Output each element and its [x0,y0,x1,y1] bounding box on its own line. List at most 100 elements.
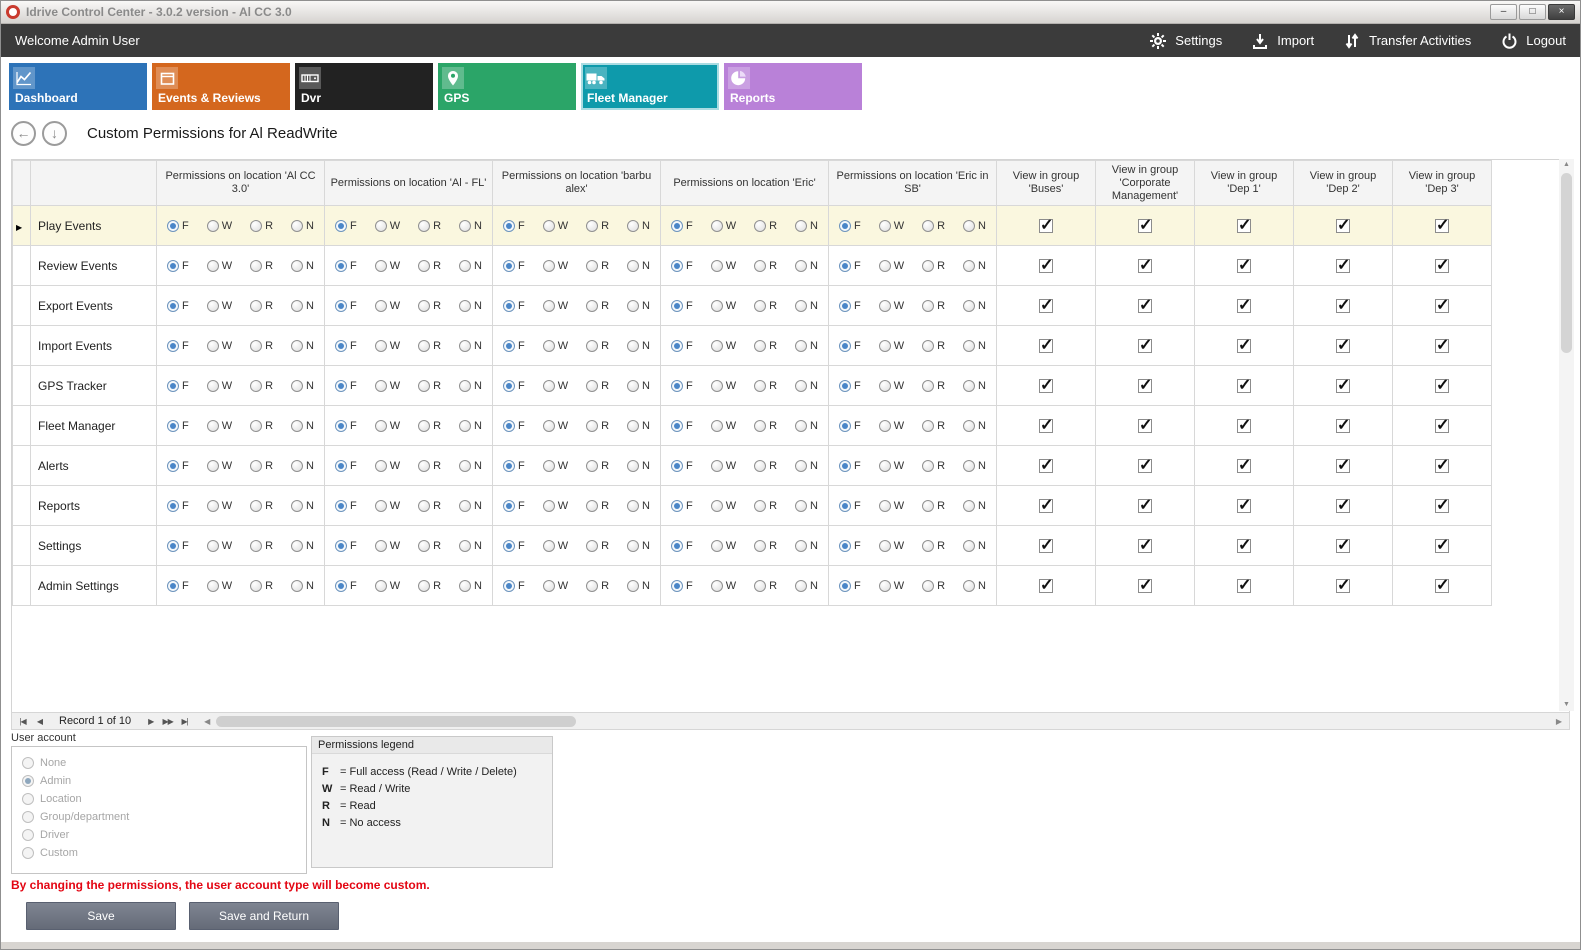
permission-radio-f[interactable]: F [839,540,861,552]
permission-radio-w[interactable]: W [207,300,232,312]
permission-radio-r[interactable]: R [922,580,945,592]
group-view-checkbox[interactable] [1138,339,1152,353]
permission-radio-n[interactable]: N [627,500,650,512]
permission-radio-f[interactable]: F [335,540,357,552]
group-view-checkbox[interactable] [1039,259,1053,273]
permission-radio-r[interactable]: R [754,500,777,512]
permission-radio-n[interactable]: N [627,380,650,392]
permission-radio-f[interactable]: F [839,260,861,272]
group-view-checkbox[interactable] [1336,259,1350,273]
group-view-checkbox[interactable] [1336,539,1350,553]
permission-radio-f[interactable]: F [167,580,189,592]
group-view-checkbox[interactable] [1237,219,1251,233]
permission-radio-r[interactable]: R [586,540,609,552]
permission-radio-f[interactable]: F [167,380,189,392]
group-view-checkbox[interactable] [1336,419,1350,433]
permission-radio-f[interactable]: F [167,220,189,232]
permission-radio-f[interactable]: F [671,340,693,352]
permission-radio-r[interactable]: R [250,220,273,232]
group-view-checkbox[interactable] [1138,499,1152,513]
permission-radio-n[interactable]: N [795,380,818,392]
permission-radio-f[interactable]: F [167,420,189,432]
tab-dvr[interactable]: Dvr [295,63,433,110]
permission-radio-f[interactable]: F [671,300,693,312]
permission-radio-f[interactable]: F [335,340,357,352]
permission-radio-r[interactable]: R [250,540,273,552]
permission-radio-n[interactable]: N [459,260,482,272]
group-view-checkbox[interactable] [1039,419,1053,433]
permission-radio-n[interactable]: N [963,460,986,472]
permission-radio-n[interactable]: N [795,540,818,552]
group-view-checkbox[interactable] [1336,379,1350,393]
permission-radio-f[interactable]: F [167,300,189,312]
group-view-checkbox[interactable] [1138,579,1152,593]
permission-radio-n[interactable]: N [459,500,482,512]
permission-radio-n[interactable]: N [963,300,986,312]
permission-radio-w[interactable]: W [711,540,736,552]
permission-radio-r[interactable]: R [754,260,777,272]
scroll-down-icon[interactable]: ▼ [1563,699,1570,711]
permission-radio-w[interactable]: W [207,340,232,352]
column-header-location-1[interactable]: Permissions on location 'Al - FL' [325,161,493,206]
permission-radio-n[interactable]: N [795,420,818,432]
horizontal-scroll-thumb[interactable] [216,716,576,727]
group-view-checkbox[interactable] [1435,499,1449,513]
minimize-button[interactable]: – [1490,4,1517,20]
scroll-up-icon[interactable]: ▲ [1563,159,1570,171]
group-view-checkbox[interactable] [1138,219,1152,233]
permission-radio-r[interactable]: R [586,260,609,272]
permission-radio-f[interactable]: F [503,380,525,392]
permission-radio-f[interactable]: F [671,420,693,432]
permission-radio-r[interactable]: R [922,420,945,432]
group-view-checkbox[interactable] [1237,579,1251,593]
permission-radio-n[interactable]: N [459,220,482,232]
permission-radio-w[interactable]: W [543,540,568,552]
permission-radio-r[interactable]: R [754,420,777,432]
permission-radio-n[interactable]: N [459,460,482,472]
permission-radio-r[interactable]: R [250,340,273,352]
permission-radio-n[interactable]: N [627,260,650,272]
permission-radio-w[interactable]: W [711,260,736,272]
permission-radio-r[interactable]: R [754,220,777,232]
group-view-checkbox[interactable] [1336,219,1350,233]
permission-radio-f[interactable]: F [839,340,861,352]
permission-radio-n[interactable]: N [291,340,314,352]
permission-radio-f[interactable]: F [335,220,357,232]
permission-radio-w[interactable]: W [879,500,904,512]
close-button[interactable]: × [1548,4,1575,20]
group-view-checkbox[interactable] [1039,219,1053,233]
permission-radio-r[interactable]: R [754,340,777,352]
permission-radio-w[interactable]: W [207,540,232,552]
permission-radio-w[interactable]: W [375,380,400,392]
permission-radio-f[interactable]: F [167,460,189,472]
permission-radio-f[interactable]: F [167,260,189,272]
permission-radio-n[interactable]: N [291,460,314,472]
permission-radio-n[interactable]: N [795,500,818,512]
permission-radio-n[interactable]: N [963,260,986,272]
group-view-checkbox[interactable] [1237,499,1251,513]
permission-radio-w[interactable]: W [879,380,904,392]
permission-radio-r[interactable]: R [418,380,441,392]
permission-radio-w[interactable]: W [543,420,568,432]
grid-row[interactable]: AlertsFWRNFWRNFWRNFWRNFWRN [13,446,1492,486]
group-view-checkbox[interactable] [1039,339,1053,353]
permission-radio-f[interactable]: F [335,380,357,392]
permission-radio-w[interactable]: W [543,580,568,592]
group-view-checkbox[interactable] [1336,299,1350,313]
permission-radio-r[interactable]: R [418,540,441,552]
permission-radio-w[interactable]: W [375,220,400,232]
permission-radio-n[interactable]: N [459,580,482,592]
permission-radio-r[interactable]: R [418,260,441,272]
settings-button[interactable]: Settings [1148,31,1222,51]
permission-radio-r[interactable]: R [418,220,441,232]
permission-radio-r[interactable]: R [754,540,777,552]
permission-radio-r[interactable]: R [922,500,945,512]
group-view-checkbox[interactable] [1237,459,1251,473]
permission-radio-f[interactable]: F [503,300,525,312]
transfer-button[interactable]: Transfer Activities [1342,31,1471,51]
permission-radio-r[interactable]: R [754,580,777,592]
group-view-checkbox[interactable] [1336,499,1350,513]
permission-radio-n[interactable]: N [459,420,482,432]
permission-radio-f[interactable]: F [839,580,861,592]
permission-radio-w[interactable]: W [207,460,232,472]
